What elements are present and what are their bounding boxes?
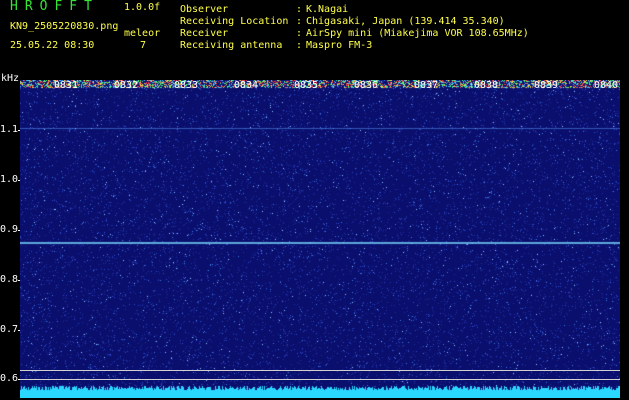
time-label: 0832 xyxy=(114,80,139,91)
y-tick-label: 0.7 xyxy=(0,324,19,335)
time-label: 0838 xyxy=(474,80,499,91)
y-tick-label: 1.1 xyxy=(0,124,19,135)
frequency-unit: kHz xyxy=(1,73,20,84)
time-label: 0837 xyxy=(414,80,439,91)
version-label: 1.0.0f xyxy=(124,2,161,13)
time-label: 0840 xyxy=(594,80,619,91)
time-label: 0831 xyxy=(54,80,79,91)
reference-line xyxy=(20,370,620,371)
time-label: 0836 xyxy=(354,80,379,91)
time-label: 0835 xyxy=(294,80,319,91)
reference-line xyxy=(20,379,620,380)
mode-label: meleor xyxy=(124,28,161,39)
separator: : xyxy=(296,40,303,51)
location-label: Receiving Location xyxy=(180,16,289,27)
receiver-value: AirSpy mini (Miakejima VOR 108.65MHz) xyxy=(306,28,529,39)
datetime-label: 25.05.22 08:30 xyxy=(10,40,95,51)
separator: : xyxy=(296,16,303,27)
observer-value: K.Nagai xyxy=(306,4,349,15)
separator: : xyxy=(296,28,303,39)
observer-label: Observer xyxy=(180,4,229,15)
time-label: 0839 xyxy=(534,80,559,91)
app-logo: HROFFT xyxy=(10,0,99,14)
spectrogram-display xyxy=(20,80,620,398)
separator: : xyxy=(296,4,303,15)
time-label: 0834 xyxy=(234,80,259,91)
receiver-label: Receiver xyxy=(180,28,229,39)
antenna-label: Receiving antenna xyxy=(180,40,283,51)
antenna-value: Maspro FM-3 xyxy=(306,40,373,51)
y-tick-label: 1.0 xyxy=(0,174,19,185)
y-tick-label: 0.6 xyxy=(0,373,19,384)
meteor-count: 7 xyxy=(140,40,147,51)
y-tick-label: 0.9 xyxy=(0,224,19,235)
filename-label: KN9_2505220830.png xyxy=(10,21,119,32)
y-tick-label: 0.8 xyxy=(0,274,19,285)
location-value: Chigasaki, Japan (139.414 35.340) xyxy=(306,16,505,27)
time-label: 0833 xyxy=(174,80,199,91)
